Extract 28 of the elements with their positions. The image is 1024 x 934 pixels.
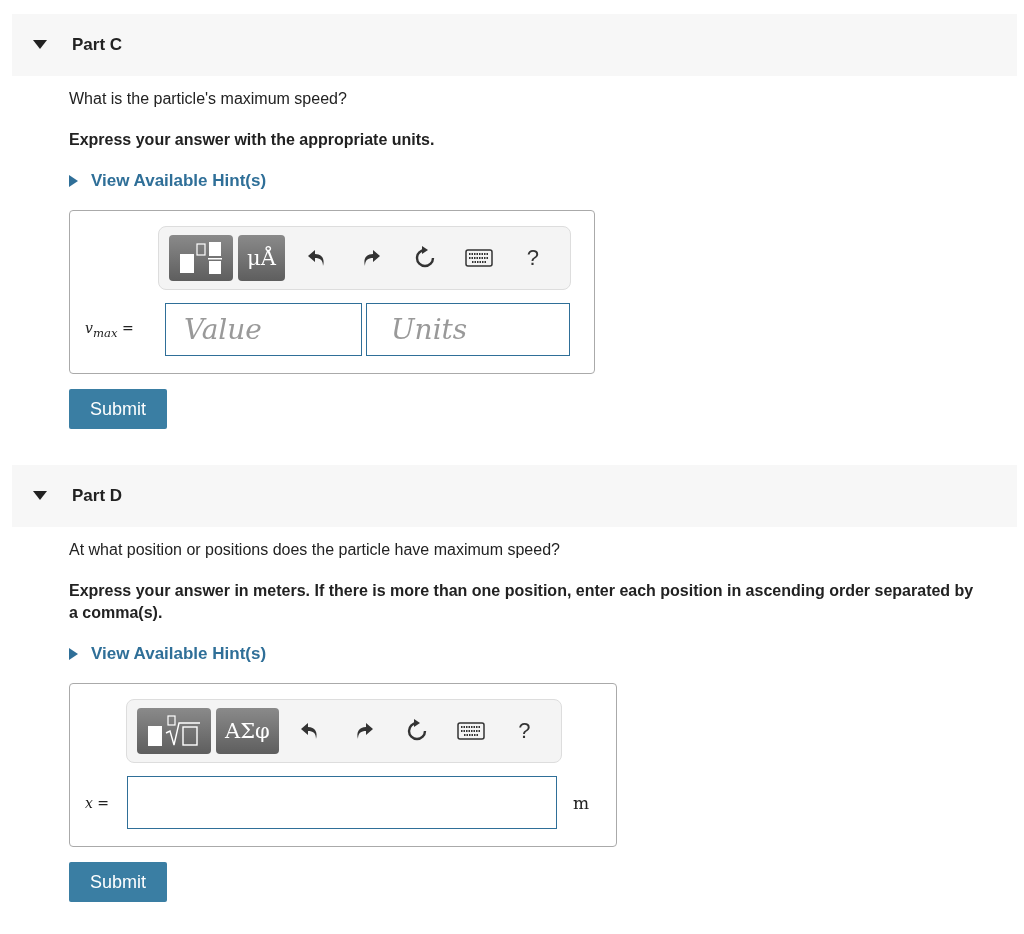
instruction-text: Express your answer with the appropriate units. xyxy=(69,130,436,150)
submit-button[interactable]: Submit xyxy=(69,862,167,902)
hint-link[interactable]: View Available Hint(s) xyxy=(69,644,267,664)
template-icon xyxy=(178,241,224,275)
triangle-icon xyxy=(69,175,78,187)
question-text: What is the particle's maximum speed? xyxy=(69,90,348,108)
units-field[interactable]: Units xyxy=(366,303,570,356)
part-header[interactable]: Part C xyxy=(12,14,1017,76)
triangle-icon xyxy=(69,648,78,660)
keyboard-icon xyxy=(456,722,485,740)
variable-label: x = xyxy=(85,794,111,811)
submit-button[interactable]: Submit xyxy=(69,389,167,429)
keyboard-icon xyxy=(464,249,493,267)
help-button[interactable]: ? xyxy=(505,235,560,281)
hint-link[interactable]: View Available Hint(s) xyxy=(69,171,267,191)
instruction-text: Express your answer in meters. If there is more than one position, enter each position in ascending order separated by a comma(s). xyxy=(69,581,974,623)
part-header[interactable]: Part D xyxy=(12,465,1017,527)
value-field[interactable]: Value xyxy=(165,303,362,356)
templates-button[interactable] xyxy=(169,235,233,281)
template-icon xyxy=(146,714,202,748)
symbols-button[interactable]: μÅ xyxy=(238,235,285,281)
templates-button[interactable] xyxy=(137,708,211,754)
answer-field[interactable] xyxy=(127,776,557,829)
help-button[interactable]: ? xyxy=(497,708,551,754)
variable-label: v$_{max}$ = xyxy=(85,319,135,340)
symbols-button[interactable]: ΑΣφ xyxy=(216,708,279,754)
unit-label: m xyxy=(573,792,590,813)
question-text: At what position or positions does the particle have maximum speed? xyxy=(69,541,561,559)
